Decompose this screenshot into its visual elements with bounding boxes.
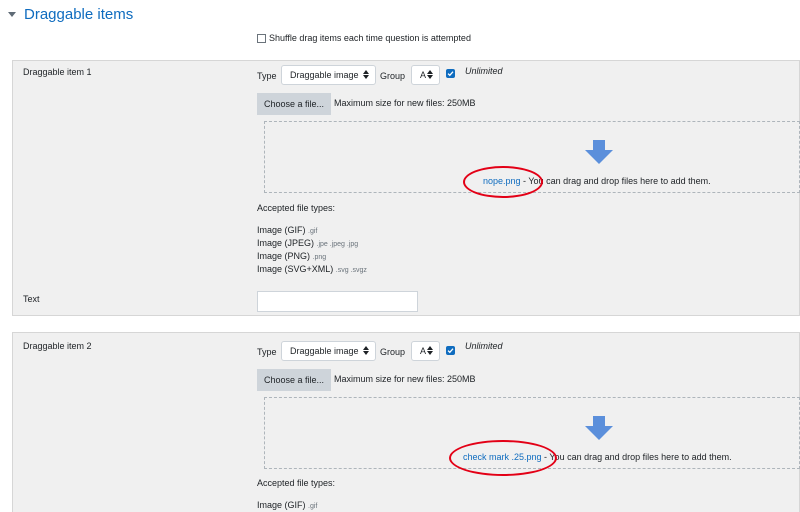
file-type-name: Image (GIF) bbox=[257, 225, 306, 235]
group-select-value: A bbox=[420, 70, 427, 80]
shuffle-label: Shuffle drag items each time question is… bbox=[269, 33, 471, 43]
file-highlight-circle bbox=[463, 166, 543, 198]
type-label: Type bbox=[257, 347, 277, 357]
file-type: Image (GIF) .gif bbox=[257, 500, 317, 510]
item-label: Draggable item 2 bbox=[23, 341, 92, 351]
section-title: Draggable items bbox=[24, 6, 134, 23]
group-label: Group bbox=[380, 71, 406, 81]
group-select[interactable]: A bbox=[411, 65, 440, 85]
file-type: Image (JPEG) .jpe .jpeg .jpg bbox=[257, 238, 358, 248]
text-label: Text bbox=[23, 294, 40, 304]
unlimited-label: Unlimited bbox=[465, 341, 503, 351]
file-type-ext: .gif bbox=[308, 228, 318, 235]
arrow-down-icon bbox=[585, 140, 613, 164]
file-highlight-circle bbox=[449, 440, 557, 476]
file-type-name: Image (SVG+XML) bbox=[257, 264, 334, 274]
file-type-name: Image (JPEG) bbox=[257, 238, 315, 248]
unlimited-checkbox[interactable] bbox=[446, 346, 455, 355]
select-arrows-icon bbox=[427, 346, 433, 355]
file-type: Image (PNG) .png bbox=[257, 251, 326, 261]
unlimited-checkbox[interactable] bbox=[446, 69, 455, 78]
group-select-value: A bbox=[420, 346, 427, 356]
choose-file-button[interactable]: Choose a file... bbox=[257, 93, 332, 115]
file-type: Image (GIF) .gif bbox=[257, 225, 317, 235]
file-type-name: Image (GIF) bbox=[257, 500, 306, 510]
file-type-ext: .gif bbox=[308, 503, 318, 510]
accepted-types-label: Accepted file types: bbox=[257, 203, 336, 213]
type-select-value: Draggable image bbox=[290, 70, 359, 80]
file-type-name: Image (PNG) bbox=[257, 251, 311, 261]
max-size-text: Maximum size for new files: 250MB bbox=[334, 374, 476, 384]
type-select[interactable]: Draggable image bbox=[281, 341, 376, 361]
type-select-value: Draggable image bbox=[290, 346, 359, 356]
shuffle-checkbox[interactable] bbox=[257, 33, 266, 43]
item-label: Draggable item 1 bbox=[23, 67, 92, 77]
file-type-ext: .jpe .jpeg .jpg bbox=[316, 241, 359, 248]
check-icon bbox=[447, 71, 454, 77]
drop-hint: - You can drag and drop files here to ad… bbox=[541, 452, 732, 462]
select-arrows-icon bbox=[363, 346, 369, 355]
file-type-ext: .png bbox=[312, 254, 327, 261]
text-input[interactable] bbox=[257, 291, 418, 312]
max-size-text: Maximum size for new files: 250MB bbox=[334, 98, 476, 108]
select-arrows-icon bbox=[363, 70, 369, 79]
section-header[interactable]: Draggable items bbox=[8, 6, 133, 23]
drop-hint: - You can drag and drop files here to ad… bbox=[520, 176, 711, 186]
type-label: Type bbox=[257, 71, 277, 81]
choose-file-button[interactable]: Choose a file... bbox=[257, 369, 332, 391]
file-type: Image (SVG+XML) .svg .svgz bbox=[257, 264, 367, 274]
group-select[interactable]: A bbox=[411, 341, 440, 361]
chevron-down-icon[interactable] bbox=[8, 12, 16, 17]
shuffle-option[interactable]: Shuffle drag items each time question is… bbox=[257, 33, 471, 43]
type-select[interactable]: Draggable image bbox=[281, 65, 376, 85]
group-label: Group bbox=[380, 347, 406, 357]
accepted-types-label: Accepted file types: bbox=[257, 478, 336, 488]
select-arrows-icon bbox=[427, 70, 433, 79]
arrow-down-icon bbox=[585, 416, 613, 440]
check-icon bbox=[447, 348, 454, 354]
unlimited-label: Unlimited bbox=[465, 66, 503, 76]
file-type-ext: .svg .svgz bbox=[335, 267, 367, 274]
